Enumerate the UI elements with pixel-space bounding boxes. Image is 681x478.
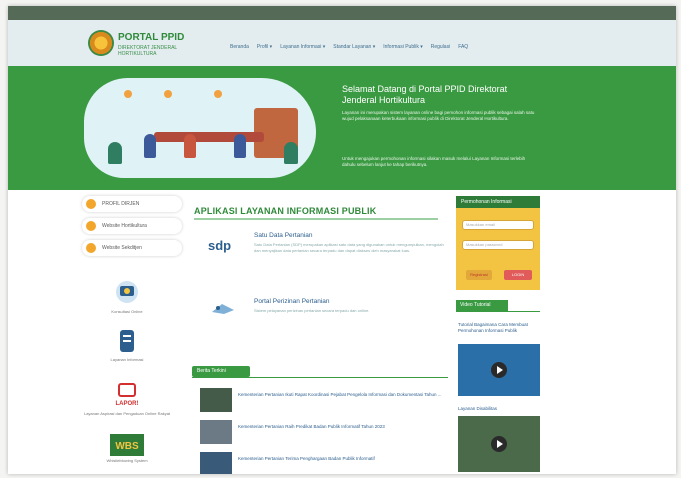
hero-text: Layanan ini merupakan sistem layanan onl… [342, 110, 535, 121]
registrasi-button[interactable]: Registrasi [466, 270, 492, 280]
wbs-icon[interactable]: WBS [110, 434, 144, 456]
person-icon [144, 134, 156, 158]
website-sekditjen-link[interactable]: Website Sekditjen [82, 240, 182, 256]
perizinan-logo-icon[interactable] [210, 300, 236, 316]
news-title[interactable]: Kementerian Pertanian Raih Predikat Bada… [238, 424, 444, 430]
news-title[interactable]: Kementerian Pertanian Ikuti Rapat Koordi… [238, 392, 444, 398]
news-thumbnail [200, 420, 232, 444]
pill-label: PROFIL DIRJEN [102, 201, 140, 207]
news-title[interactable]: Kementerian Pertanian Terima Penghargaan… [238, 456, 444, 462]
link-icon [86, 199, 96, 209]
icon-caption: Layanan Informasi [110, 357, 144, 362]
section-underline [194, 218, 438, 220]
person-icon [184, 134, 196, 158]
permohonan-header: Permohonan Informasi [456, 196, 540, 208]
email-field[interactable]: Masukkan email [462, 220, 534, 230]
ppid-logo-icon[interactable] [88, 30, 114, 56]
nav-item-faq[interactable]: FAQ [458, 44, 468, 50]
nav-item-profil[interactable]: Profil ▾ [257, 44, 272, 50]
site-title[interactable]: PORTAL PPID [118, 32, 184, 43]
browser-page: PORTAL PPID DIREKTORAT JENDERAL HORTIKUL… [8, 6, 676, 474]
website-hortikultura-link[interactable]: Website Hortikultura [82, 218, 182, 234]
app-title-perizinan[interactable]: Portal Perizinan Pertanian [254, 298, 330, 305]
video-caption[interactable]: Layanan Disabilitas [458, 406, 497, 411]
news-item[interactable]: Kementerian Pertanian Ikuti Rapat Koordi… [200, 386, 450, 414]
video-thumbnail[interactable] [458, 416, 540, 472]
sdp-logo-icon[interactable]: sdp [208, 238, 231, 253]
site-subtitle: DIREKTORAT JENDERAL HORTIKULTURA [118, 45, 177, 57]
nav-item-layanan-informasi[interactable]: Layanan Informasi ▾ [280, 44, 325, 50]
link-icon [86, 243, 96, 253]
icon-caption: Layanan Aspirasi dan Pengaduan Online Ra… [83, 411, 171, 416]
nav-item-informasi-publik[interactable]: Informasi Publik ▾ [383, 44, 422, 50]
site-header: PORTAL PPID DIREKTORAT JENDERAL HORTIKUL… [8, 20, 676, 66]
document-icon[interactable] [112, 328, 142, 354]
top-bar [8, 6, 676, 20]
section-title: APLIKASI LAYANAN INFORMASI PUBLIK [194, 206, 377, 216]
lamp-icon [124, 90, 132, 98]
login-button[interactable]: LOGIN [504, 270, 532, 280]
wbs-label: WBS [115, 441, 139, 452]
password-field[interactable]: Masukkan password [462, 240, 534, 250]
nav-item-regulasi[interactable]: Regulasi [431, 44, 450, 50]
nav-item-standar-layanan[interactable]: Standar Layanan ▾ [333, 44, 375, 50]
news-thumbnail [200, 388, 232, 412]
plant-icon [108, 142, 122, 164]
video-tutorial-header: Video Tutorial [456, 300, 508, 311]
app-desc: Sistem pelayanan perizinan pertanian sec… [254, 308, 370, 313]
app-desc: Satu Data Pertanian (SDP) merupakan apli… [254, 242, 444, 253]
pill-label: Website Hortikultura [102, 223, 147, 229]
video-thumbnail[interactable] [458, 344, 540, 396]
video-caption[interactable]: Tutorial Bagaimana Cara Membuat Permohon… [458, 322, 540, 334]
left-sidebar: PROFIL DIRJEN Website Hortikultura Websi… [82, 196, 182, 262]
divider [192, 377, 448, 378]
app-title-satu-data[interactable]: Satu Data Pertanian [254, 232, 313, 239]
lamp-icon [214, 90, 222, 98]
play-icon[interactable] [491, 436, 507, 452]
news-item[interactable]: Kementerian Pertanian Terima Penghargaan… [200, 450, 450, 474]
lamp-icon [164, 90, 172, 98]
news-item[interactable]: Kementerian Pertanian Raih Predikat Bada… [200, 418, 450, 446]
icon-caption: Whistleblowing System [106, 458, 148, 463]
hero-title: Selamat Datang di Portal PPID Direktorat… [342, 84, 508, 105]
berita-terkini-tab[interactable]: Berita Terkini [192, 366, 250, 377]
hero-text-secondary: Untuk mengajukan permohonan informasi si… [342, 156, 526, 167]
pill-label: Website Sekditjen [102, 245, 142, 251]
profil-dirjen-link[interactable]: PROFIL DIRJEN [82, 196, 182, 212]
news-thumbnail [200, 452, 232, 474]
person-icon [234, 134, 246, 158]
desk-icon [154, 132, 264, 142]
plant-icon [284, 142, 298, 164]
video-call-icon[interactable] [112, 280, 142, 306]
nav-item-beranda[interactable]: Beranda [230, 44, 249, 50]
hero-banner: Selamat Datang di Portal PPID Direktorat… [8, 66, 676, 190]
lapor-label: LAPOR! [116, 401, 139, 407]
link-icon [86, 221, 96, 231]
main-nav: Beranda Profil ▾ Layanan Informasi ▾ Sta… [230, 44, 468, 50]
divider [456, 311, 540, 312]
icon-caption: Konsultasi Online [111, 309, 143, 314]
lapor-icon[interactable]: LAPOR! [112, 382, 142, 408]
play-icon[interactable] [491, 362, 507, 378]
hero-illustration [84, 78, 316, 178]
permohonan-form: Masukkan email Masukkan password Registr… [456, 208, 540, 290]
